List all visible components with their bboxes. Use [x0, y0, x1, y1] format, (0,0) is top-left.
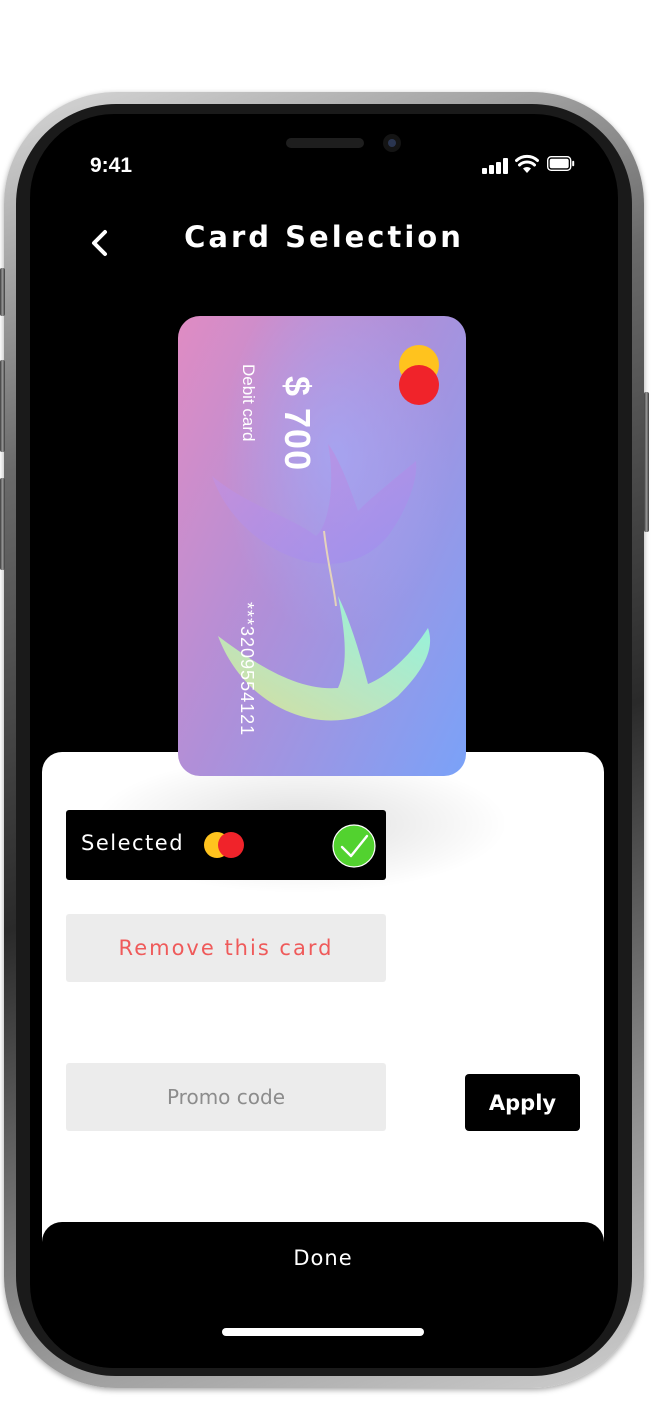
- promo-code-input[interactable]: [66, 1063, 386, 1131]
- cellular-signal-icon: [482, 158, 509, 174]
- done-label: Done: [293, 1246, 353, 1270]
- card-type-label: Debit card: [239, 364, 258, 442]
- app-screen: 9:41 Card Selection $ 700 Debit card ***…: [30, 114, 618, 1368]
- card-balance: $ 700: [277, 376, 318, 472]
- debit-card[interactable]: $ 700 Debit card ***3209554121: [178, 316, 466, 776]
- page-title: Card Selection: [184, 220, 464, 254]
- card-number: ***3209554121: [237, 602, 257, 737]
- volume-up-button: [0, 360, 5, 452]
- selected-label: Selected: [81, 831, 185, 855]
- home-indicator[interactable]: [222, 1328, 424, 1336]
- apply-button[interactable]: Apply: [465, 1074, 580, 1131]
- battery-icon: [547, 156, 575, 171]
- check-circle-icon: [332, 824, 376, 868]
- power-button: [644, 392, 649, 532]
- done-button[interactable]: Done: [42, 1222, 604, 1368]
- mastercard-logo-icon: [399, 345, 439, 405]
- selected-card-row[interactable]: Selected: [66, 810, 386, 880]
- mute-switch: [0, 268, 5, 316]
- volume-down-button: [0, 478, 5, 570]
- wifi-icon: [515, 154, 539, 173]
- status-time: 9:41: [90, 154, 133, 177]
- mastercard-mini-icon: [204, 832, 244, 858]
- remove-card-button[interactable]: Remove this card: [66, 914, 386, 982]
- earpiece-speaker: [286, 138, 364, 148]
- front-camera: [383, 134, 401, 152]
